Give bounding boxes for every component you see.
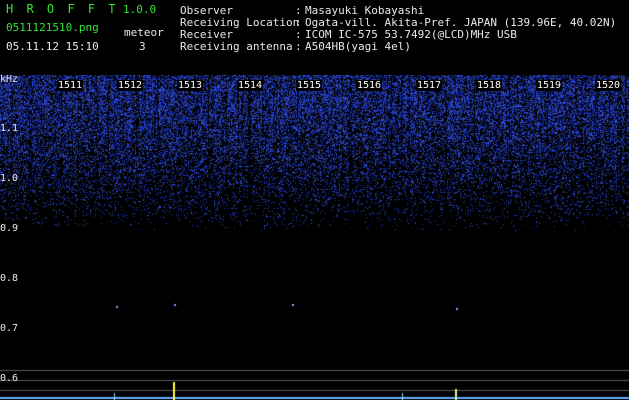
freq-label: 1.0 — [0, 173, 19, 184]
meteor-label: meteor — [124, 26, 164, 39]
time-tick: 1515 — [296, 80, 323, 91]
freq-label: 0.8 — [0, 273, 19, 284]
freq-label: 0.9 — [0, 223, 19, 234]
time-tick: 1512 — [117, 80, 144, 91]
time-tick: 1514 — [237, 80, 264, 91]
info-sep: : — [295, 40, 302, 53]
meteor-count: 3 — [139, 40, 146, 53]
freq-label: 0.7 — [0, 323, 19, 334]
time-tick: 1517 — [416, 80, 443, 91]
time-tick: 1519 — [536, 80, 563, 91]
time-tick: 1518 — [476, 80, 503, 91]
file-date: 05.11.12 15:10 — [6, 40, 99, 53]
freq-label: 0.6 — [0, 373, 19, 384]
time-tick: 1511 — [57, 80, 84, 91]
freq-unit-label: kHz — [0, 74, 19, 85]
time-tick: 1513 — [177, 80, 204, 91]
info-key-antenna: Receiving antenna — [180, 40, 293, 53]
app-version: 1.0.0 — [123, 3, 157, 16]
time-tick: 1516 — [356, 80, 383, 91]
freq-label: 1.1 — [0, 123, 19, 134]
time-tick: 1520 — [595, 80, 622, 91]
file-name: 0511121510.png — [6, 21, 99, 34]
info-value-antenna: A504HB(yagi 4el) — [305, 40, 411, 53]
spectrogram-canvas[interactable] — [0, 75, 629, 400]
app-title: H R O F F T — [6, 2, 119, 16]
